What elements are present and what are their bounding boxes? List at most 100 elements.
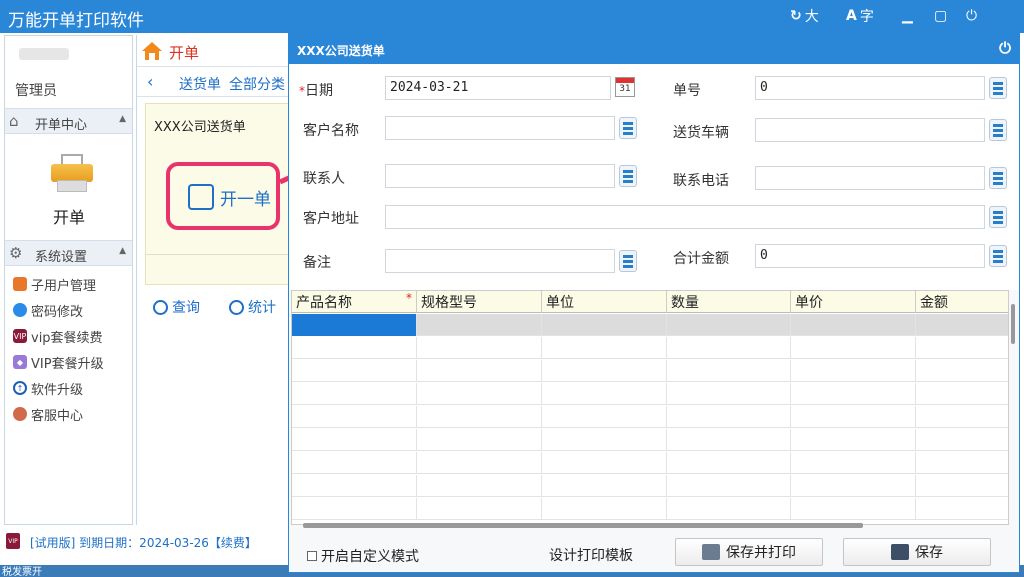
query-link[interactable]: 查询	[153, 297, 200, 317]
contact-label: 联系人	[303, 171, 345, 187]
phone-label: 联系电话	[673, 173, 729, 189]
panel-title: 开单	[169, 44, 200, 62]
kaidan-label[interactable]: 开单	[53, 204, 85, 228]
contact-input[interactable]	[385, 164, 615, 188]
selected-cell[interactable]	[292, 314, 417, 336]
vehicle-input[interactable]	[755, 118, 985, 142]
home-icon	[142, 42, 162, 60]
sidebar-item-vip-renew[interactable]: VIP vip套餐续费	[13, 326, 103, 346]
table-row[interactable]	[292, 360, 1008, 382]
maximize-button[interactable]: ▢	[934, 6, 947, 26]
printer-icon	[702, 544, 720, 560]
new-order-button[interactable]: 开一单	[188, 184, 271, 210]
note-label: 备注	[303, 255, 331, 271]
address-input[interactable]	[385, 205, 985, 229]
vip-icon: VIP	[13, 329, 27, 343]
minimize-button[interactable]: ▁	[902, 6, 913, 26]
product-grid[interactable]: 产品名称 * 规格型号 单位 数量 单价 金额	[291, 290, 1009, 525]
crumb-delivery[interactable]: 送货单	[179, 74, 221, 94]
sidebar-item-password[interactable]: 密码修改	[13, 300, 83, 320]
design-template-link[interactable]: 设计打印模板	[549, 545, 633, 565]
refresh-icon: ↻	[790, 8, 802, 24]
customer-label: 客户名称	[303, 123, 359, 139]
diamond-icon: ◆	[13, 355, 27, 369]
column-header[interactable]: 产品名称 *	[292, 291, 417, 313]
list-picker-icon[interactable]	[989, 77, 1007, 99]
middle-panel: 开单 ‹ 送货单 全部分类 XXX公司送货单 查询 统计	[136, 35, 292, 525]
list-picker-icon[interactable]	[989, 206, 1007, 228]
date-input[interactable]: 2024-03-21	[385, 76, 611, 100]
table-row[interactable]	[292, 475, 1008, 497]
list-picker-icon[interactable]	[619, 250, 637, 272]
list-picker-icon[interactable]	[989, 119, 1007, 141]
column-header[interactable]: 单价	[791, 291, 916, 313]
sidebar-item-support[interactable]: 客服中心	[13, 404, 83, 424]
user-role: 管理员	[15, 83, 57, 99]
table-row[interactable]	[292, 314, 1008, 336]
date-label: *日期	[299, 83, 333, 99]
chevron-up-icon: ▲	[119, 246, 126, 256]
font-button[interactable]: A 字	[846, 6, 874, 26]
save-button[interactable]: 保存	[843, 538, 991, 566]
phone-input[interactable]	[755, 166, 985, 190]
sidebar-item-sub-users[interactable]: 子用户管理	[13, 274, 96, 294]
sidebar-item-vip-upgrade[interactable]: ◆ VIP套餐升级	[13, 352, 104, 372]
calendar-icon[interactable]: 31	[615, 77, 635, 97]
user-icon	[13, 277, 27, 291]
grid-header: 产品名称 * 规格型号 单位 数量 单价 金额	[292, 291, 1008, 313]
column-header[interactable]: 单位	[542, 291, 667, 313]
username-blur	[19, 48, 69, 60]
list-picker-icon[interactable]	[619, 165, 637, 187]
column-header[interactable]: 数量	[667, 291, 791, 313]
horizontal-scrollbar[interactable]	[303, 523, 863, 528]
close-power-icon[interactable]: ⏻	[999, 39, 1011, 57]
chevron-up-icon: ▲	[119, 114, 126, 124]
floppy-disk-icon	[891, 544, 909, 560]
table-row[interactable]	[292, 383, 1008, 405]
order-no-input[interactable]: 0	[755, 76, 985, 100]
sidebar-item-upgrade[interactable]: ↑ 软件升级	[13, 378, 83, 398]
custom-mode-checkbox[interactable]: 开启自定义模式	[307, 546, 419, 566]
home-icon: ⌂	[9, 112, 19, 130]
power-button[interactable]: ⏻	[966, 6, 977, 26]
status-bar: VIP [试用版] 到期日期：2024-03-26【续费】	[0, 530, 290, 554]
section-system-settings[interactable]: ⚙ 系统设置 ▲	[5, 240, 132, 266]
list-picker-icon[interactable]	[619, 117, 637, 139]
trial-status-link[interactable]: [试用版] 到期日期：2024-03-26【续费】	[30, 534, 257, 551]
printer-icon[interactable]	[49, 154, 95, 194]
column-header[interactable]: 金额	[916, 291, 1008, 313]
gear-icon: ⚙	[9, 244, 23, 262]
taskbar-label: 税发票开	[2, 567, 42, 577]
note-input[interactable]	[385, 249, 615, 273]
customer-input[interactable]	[385, 116, 615, 140]
section-billing-center[interactable]: ⌂ 开单中心 ▲	[5, 108, 132, 134]
vehicle-label: 送货车辆	[673, 125, 729, 141]
vertical-scrollbar[interactable]	[1011, 304, 1015, 344]
upgrade-icon: ↑	[13, 381, 27, 395]
column-header[interactable]: 规格型号	[417, 291, 542, 313]
font-size-button[interactable]: ↻ 大	[790, 6, 819, 26]
key-icon	[13, 303, 27, 317]
pie-chart-icon	[229, 299, 244, 315]
delivery-order-dialog: XXX公司送货单 ⏻ *日期 2024-03-21 31 单号 0 客户名称 送…	[288, 33, 1020, 573]
table-row[interactable]	[292, 429, 1008, 451]
table-row[interactable]	[292, 406, 1008, 428]
crumb-all-categories[interactable]: 全部分类	[229, 74, 285, 94]
sidebar: 管理员 ⌂ 开单中心 ▲ 开单 ⚙ 系统设置 ▲ 子用户管理 密码修改 VIP …	[4, 35, 133, 525]
app-title: 万能开单打印软件	[8, 11, 144, 31]
search-icon	[153, 299, 168, 315]
back-icon[interactable]: ‹	[147, 72, 153, 91]
stats-link[interactable]: 统计	[229, 297, 276, 317]
support-icon	[13, 407, 27, 421]
save-print-button[interactable]: 保存并打印	[675, 538, 823, 566]
total-input[interactable]: 0	[755, 244, 985, 268]
list-picker-icon[interactable]	[989, 245, 1007, 267]
table-row[interactable]	[292, 337, 1008, 359]
list-picker-icon[interactable]	[989, 167, 1007, 189]
edit-icon	[188, 184, 214, 210]
breadcrumb: ‹ 送货单 全部分类	[137, 71, 289, 97]
table-row[interactable]	[292, 452, 1008, 474]
table-row[interactable]	[292, 498, 1008, 520]
checkbox-box[interactable]	[307, 551, 317, 561]
total-label: 合计金额	[673, 251, 729, 267]
